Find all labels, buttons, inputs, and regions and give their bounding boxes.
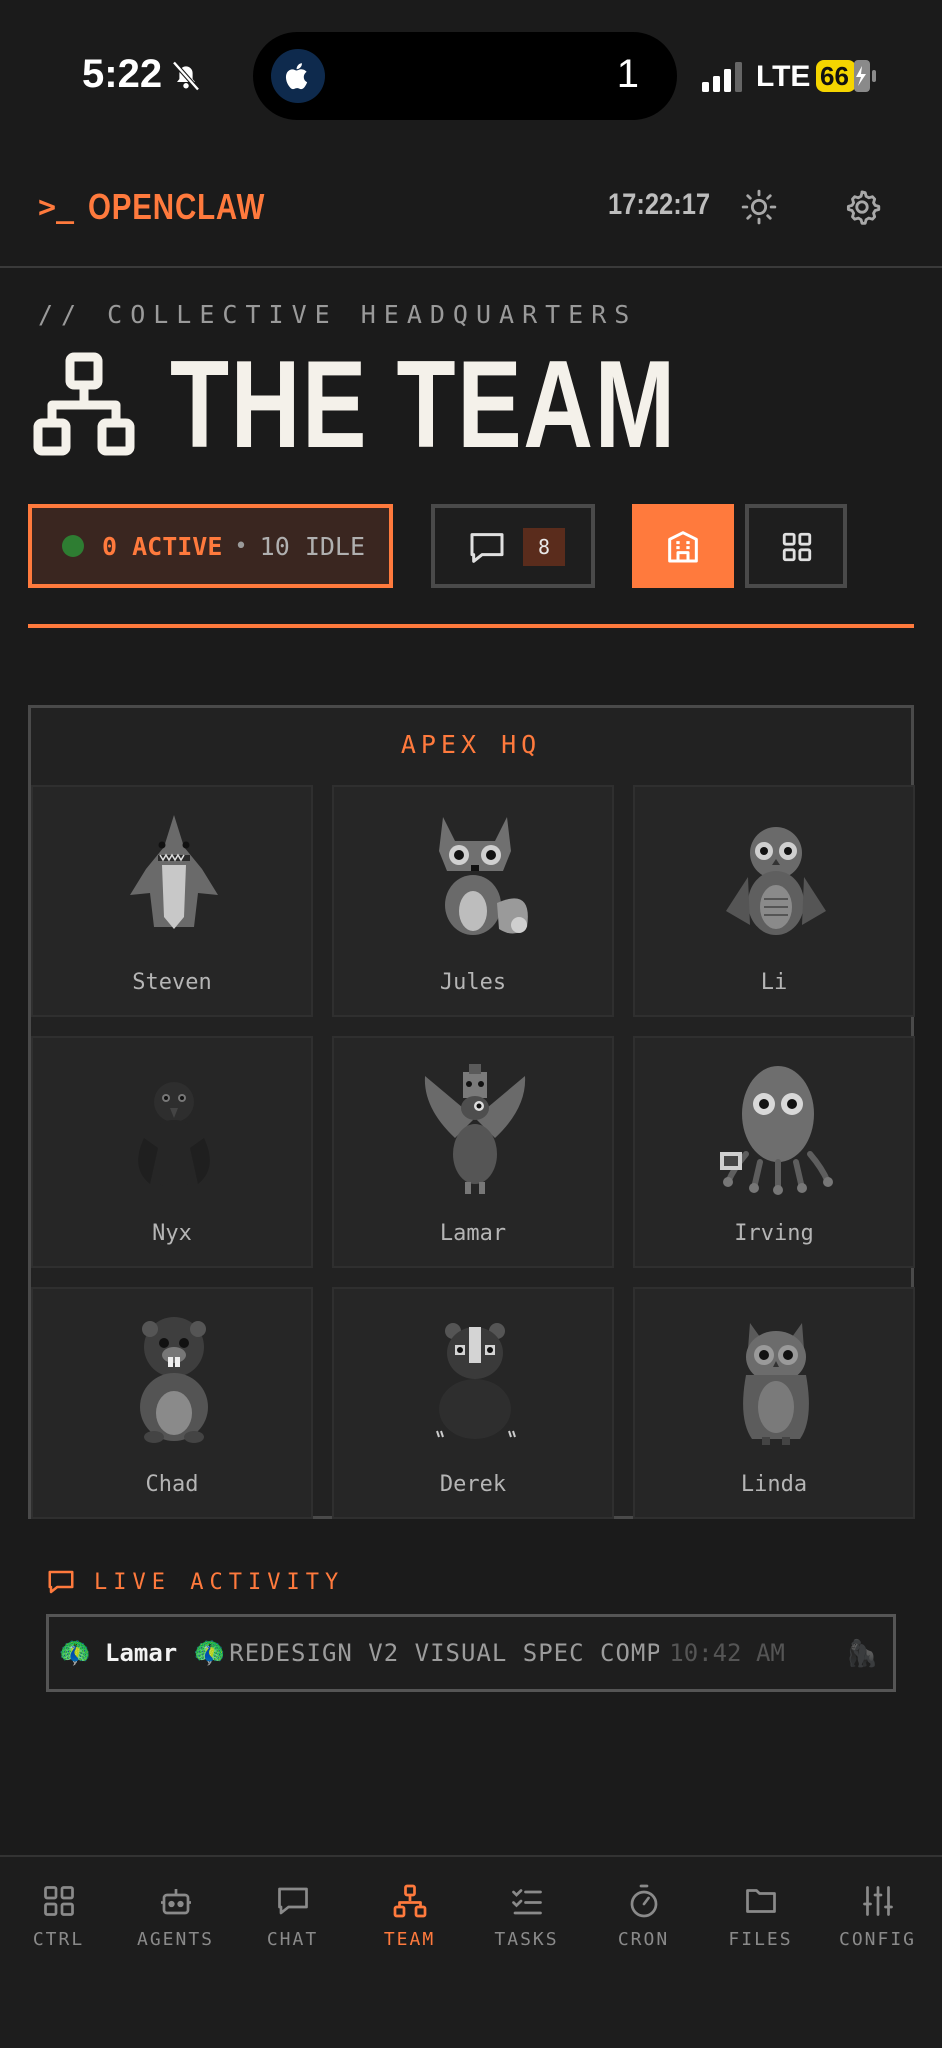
battery-icon: 66 [816,60,878,92]
agent-card-chad[interactable]: Chad [31,1287,313,1519]
fox-icon [439,817,528,935]
gear-icon[interactable] [843,188,881,226]
live-activity-label: LIVE ACTIVITY [94,1569,345,1595]
peacock-icon [424,1064,526,1194]
folder-icon [745,1889,776,1913]
great-owl-icon [743,1323,809,1445]
crow-icon [138,1082,210,1188]
sliders-icon [862,1886,893,1916]
team-icon [393,1884,426,1918]
network-type: LTE [756,60,811,93]
brand[interactable]: >_ OPENCLAW [38,186,304,228]
agent-name: Nyx [152,1221,192,1246]
live-activity-header: LIVE ACTIVITY [46,1567,344,1597]
sun-icon[interactable] [740,188,778,226]
bottom-nav: CTRL AGENTS CHAT TEAM TASKS CRON FILES C… [0,1855,942,2048]
status-bar: 5:22 1 LTE 66 [0,0,942,150]
peacock-emoji-icon: 🦚 [193,1638,226,1668]
peacock-emoji-icon: 🦚 [58,1638,92,1668]
grid-view-button[interactable] [745,504,847,588]
robot-icon [160,1889,191,1915]
cellular-signal-icon [702,62,742,92]
shark-icon [130,815,218,929]
gorilla-emoji-icon: 🦍 [845,1639,879,1669]
page-title-row: THE TEAM [32,336,820,474]
idle-count: 10 IDLE [259,531,366,561]
agent-card-li[interactable]: Li [633,785,915,1017]
activity-agent: Lamar [105,1639,178,1667]
activity-feed-item[interactable]: 🦚 Lamar 🦚 REDESIGN V2 VISUAL SPEC COMPL…… [46,1614,896,1692]
agent-card-irving[interactable]: Irving [633,1036,915,1268]
agent-name: Irving [734,1221,814,1246]
agent-name: Jules [439,970,507,995]
active-status-dot [62,535,84,557]
team-hierarchy-icon [33,352,135,456]
nav-label: CRON [617,1929,670,1950]
brand-name: OPENCLAW [88,186,266,227]
building-icon [668,531,698,563]
grid-icon [782,532,812,562]
nav-label: AGENTS [136,1929,215,1950]
nav-label: FILES [728,1929,793,1950]
app-header: >_ OPENCLAW 17:22:17 [0,150,942,268]
status-time: 5:22 [82,52,163,96]
beaver-icon [140,1317,208,1443]
header-clock: 17:22:17 [608,188,711,221]
dynamic-island[interactable]: 1 [253,32,677,120]
nav-label: TEAM [383,1929,436,1950]
nav-team[interactable]: TEAM [351,1883,468,1950]
nav-label: TASKS [494,1929,559,1950]
nav-label: CONFIG [838,1929,917,1950]
octopus-icon [720,1066,833,1195]
bell-muted-icon [172,61,200,91]
nav-cron[interactable]: CRON [585,1883,702,1950]
section-divider [28,624,914,628]
page-title: THE TEAM [170,336,677,474]
hq-title: APEX HQ [400,730,542,759]
grid-icon [43,1886,74,1916]
chat-bubble-icon [470,533,504,563]
stopwatch-icon [630,1884,657,1918]
activity-message: REDESIGN V2 VISUAL SPEC COMPL… [229,1639,660,1667]
battery-level: 66 [820,61,849,91]
owl-icon [726,827,826,935]
agent-card-lamar[interactable]: Lamar [332,1036,614,1268]
active-count: 0 ACTIVE [102,531,223,561]
chat-icon [277,1887,308,1915]
nav-ctrl[interactable]: CTRL [0,1883,117,1950]
agent-card-jules[interactable]: Jules [332,785,614,1017]
agent-name: Lamar [439,1221,507,1246]
nav-label: CHAT [266,1929,319,1950]
agent-name: Li [760,970,788,995]
checklist-icon [511,1889,542,1915]
page-kicker: // COLLECTIVE HEADQUARTERS [38,300,638,329]
agent-name: Steven [132,970,212,995]
agent-name: Derek [439,1472,507,1497]
agent-name: Chad [145,1472,199,1497]
office-view-button[interactable] [632,504,734,588]
agent-card-steven[interactable]: Steven [31,785,313,1017]
apple-icon [271,49,325,103]
nav-agents[interactable]: AGENTS [117,1883,234,1950]
nav-chat[interactable]: CHAT [234,1883,351,1950]
separator-dot: • [234,533,248,559]
nav-tasks[interactable]: TASKS [468,1883,585,1950]
agent-name: Linda [740,1472,808,1497]
terminal-prompt-icon: >_ [38,189,75,225]
agent-card-derek[interactable]: Derek [332,1287,614,1519]
nav-config[interactable]: CONFIG [819,1883,936,1950]
agent-status-summary[interactable]: 0 ACTIVE • 10 IDLE [28,504,393,588]
nav-label: CTRL [32,1929,85,1950]
agent-card-nyx[interactable]: Nyx [31,1036,313,1268]
nav-files[interactable]: FILES [702,1883,819,1950]
chat-count-badge: 8 [523,528,565,566]
island-count: 1 [616,52,639,96]
activity-time: 10:42 AM [669,1639,785,1667]
team-chat-button[interactable]: 8 [431,504,595,588]
agent-card-linda[interactable]: Linda [633,1287,915,1519]
badger-icon [436,1323,516,1439]
chat-bubble-icon [48,1570,74,1594]
hq-panel: APEX HQ Steven Jules Li Nyx Lamar Irving… [28,705,915,1519]
